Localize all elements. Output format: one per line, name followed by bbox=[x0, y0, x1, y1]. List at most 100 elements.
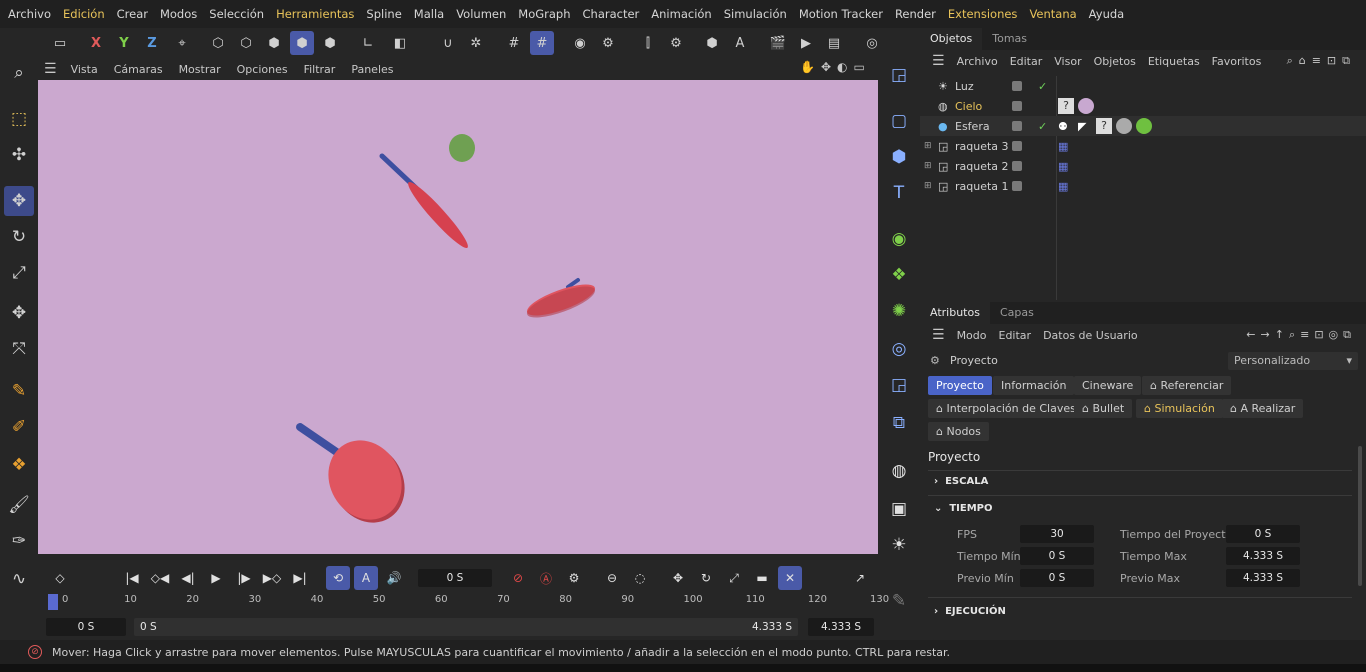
selection-tool-icon[interactable]: ⬚ bbox=[4, 104, 34, 134]
rotate-tool-icon[interactable]: ↻ bbox=[4, 222, 34, 252]
auto-key-icon[interactable]: A bbox=[354, 566, 378, 590]
next-frame-icon[interactable]: |▶ bbox=[232, 566, 256, 590]
key-rotation-icon[interactable]: ↻ bbox=[694, 566, 718, 590]
tab-proyecto[interactable]: Proyecto bbox=[928, 376, 992, 395]
material-tag-icon[interactable] bbox=[1078, 98, 1094, 114]
objects-menu-objetos[interactable]: Objetos bbox=[1088, 55, 1142, 68]
menu-modos[interactable]: Modos bbox=[154, 7, 203, 21]
attr-menu-modo[interactable]: Modo bbox=[951, 329, 993, 342]
render-view-icon[interactable]: 🎬 bbox=[766, 31, 790, 55]
objects-panel-tools[interactable]: ⌕⌂≡⊡⧉ bbox=[1281, 54, 1366, 68]
viewport-menu-vista[interactable]: Vista bbox=[63, 63, 106, 76]
time-ruler[interactable]: 0 10 20 30 40 50 60 70 80 90 100 110 120 130 bbox=[48, 592, 889, 612]
model-mode-icon[interactable]: ⬢ bbox=[290, 31, 314, 55]
cube-tool-icon[interactable]: ❖ bbox=[4, 450, 34, 480]
viewport-menu-cámaras[interactable]: Cámaras bbox=[106, 63, 171, 76]
objects-menu-archivo[interactable]: Archivo bbox=[951, 55, 1004, 68]
menu-render[interactable]: Render bbox=[889, 7, 942, 21]
field-icon[interactable]: ⧉ bbox=[884, 408, 914, 438]
preview-range-slider[interactable]: 0 S 4.333 S bbox=[134, 618, 798, 636]
dolly-icon[interactable]: ✥ bbox=[821, 60, 831, 78]
current-time-field[interactable]: 0 S bbox=[418, 569, 492, 587]
menu-animación[interactable]: Animación bbox=[645, 7, 717, 21]
spline-sketch-icon[interactable]: ✐ bbox=[4, 412, 34, 442]
cube-3d-icon[interactable]: ⬢ bbox=[884, 142, 914, 172]
layer-tag-icon[interactable]: ▦ bbox=[1058, 140, 1068, 153]
prev-frame-icon[interactable]: ◀| bbox=[176, 566, 200, 590]
attributes-panel-tools[interactable]: ←→↑⌕≡⊡◎⧉ bbox=[1240, 328, 1366, 342]
cloner-icon[interactable]: ❖ bbox=[884, 260, 914, 290]
menu-simulación[interactable]: Simulación bbox=[718, 7, 793, 21]
spline-icon[interactable]: ∿ bbox=[4, 564, 34, 594]
group-escala[interactable]: › ESCALA bbox=[934, 476, 988, 487]
symmetry-icon[interactable]: ⫿ bbox=[636, 31, 660, 55]
light-object-icon[interactable]: ☀ bbox=[884, 530, 914, 560]
objects-menu-visor[interactable]: Visor bbox=[1048, 55, 1087, 68]
go-to-end-icon[interactable]: ▶| bbox=[288, 566, 312, 590]
attr-menu-editar[interactable]: Editar bbox=[993, 329, 1038, 342]
object-row-raqueta-3[interactable]: ⊞ ◲ raqueta 3 ▦ bbox=[920, 136, 1366, 156]
record-icon[interactable]: ⊘ bbox=[506, 566, 530, 590]
menu-edición[interactable]: Edición bbox=[57, 7, 111, 21]
keyframe-icon[interactable]: ◇ bbox=[48, 566, 72, 590]
render-region-icon[interactable]: ◉ bbox=[568, 31, 592, 55]
menu-motion-tracker[interactable]: Motion Tracker bbox=[793, 7, 889, 21]
cube-primitive-icon[interactable]: ▢ bbox=[884, 106, 914, 136]
playhead[interactable] bbox=[48, 594, 58, 610]
viewport-3d[interactable] bbox=[38, 80, 878, 554]
object-row-cielo[interactable]: ◍ Cielo ? bbox=[920, 96, 1366, 116]
menu-volumen[interactable]: Volumen bbox=[450, 7, 512, 21]
fps-field[interactable]: 30 bbox=[1020, 525, 1094, 543]
key-settings-icon[interactable]: ⚙ bbox=[562, 566, 586, 590]
expand-icon[interactable]: ⊞ bbox=[924, 181, 932, 191]
start-time-field[interactable]: 0 S bbox=[46, 618, 126, 636]
key-param-icon[interactable]: ▬ bbox=[750, 566, 774, 590]
undo-icon[interactable]: ▭ bbox=[48, 31, 72, 55]
menu-character[interactable]: Character bbox=[577, 7, 646, 21]
tab-tomas[interactable]: Tomas bbox=[982, 28, 1037, 50]
render-settings-icon[interactable]: ⚙ bbox=[596, 31, 620, 55]
text-spline-icon[interactable]: T bbox=[884, 178, 914, 208]
menu-crear[interactable]: Crear bbox=[111, 7, 154, 21]
menu-ayuda[interactable]: Ayuda bbox=[1083, 7, 1131, 21]
hamburger-icon[interactable]: ☰ bbox=[926, 53, 951, 69]
loop-icon[interactable]: ⟲ bbox=[326, 566, 350, 590]
hamburger-icon[interactable]: ☰ bbox=[38, 61, 63, 77]
uv-mode-icon[interactable]: ⬢ bbox=[318, 31, 342, 55]
tab-informacion[interactable]: Información bbox=[993, 376, 1075, 395]
menu-selección[interactable]: Selección bbox=[203, 7, 270, 21]
tab-atributos[interactable]: Atributos bbox=[920, 302, 990, 324]
visibility-dot[interactable] bbox=[1012, 81, 1022, 91]
text-create-icon[interactable]: A bbox=[728, 31, 752, 55]
paint-icon[interactable]: ✑ bbox=[4, 526, 34, 556]
object-create-icon[interactable]: ⬢ bbox=[700, 31, 724, 55]
null-object-icon[interactable]: ◲ bbox=[884, 370, 914, 400]
rigid-body-tag-icon[interactable]: ⚉ bbox=[1058, 120, 1068, 133]
scale-tool-icon[interactable]: ⤢ bbox=[4, 258, 34, 288]
tab-nodos[interactable]: ⌂ Nodos bbox=[928, 422, 989, 441]
live-selection-icon[interactable]: ✣ bbox=[4, 140, 34, 170]
magnet-icon[interactable]: ∪ bbox=[436, 31, 460, 55]
tab-interpolacion[interactable]: ⌂ Interpolación de Claves bbox=[928, 399, 1084, 418]
hamburger-icon[interactable]: ☰ bbox=[926, 327, 951, 343]
unknown-tag-icon[interactable]: ? bbox=[1096, 118, 1112, 134]
tiempo-min-field[interactable]: 0 S bbox=[1020, 547, 1094, 565]
generator-icon[interactable]: ◉ bbox=[884, 224, 914, 254]
objects-menu-favoritos[interactable]: Favoritos bbox=[1206, 55, 1268, 68]
coordinate-system-icon[interactable]: ⌖ bbox=[170, 31, 194, 55]
snap-enable-icon[interactable]: # bbox=[530, 31, 554, 55]
visibility-dot[interactable] bbox=[1012, 141, 1022, 151]
key-position-icon[interactable]: ✥ bbox=[666, 566, 690, 590]
orbit-icon[interactable]: ◐ bbox=[837, 60, 847, 78]
viewport-menu-mostrar[interactable]: Mostrar bbox=[171, 63, 229, 76]
tab-objetos[interactable]: Objetos bbox=[920, 28, 983, 50]
key-scale-icon[interactable]: ⤢ bbox=[722, 566, 746, 590]
symmetry-settings-icon[interactable]: ⚙ bbox=[664, 31, 688, 55]
object-row-raqueta-2[interactable]: ⊞ ◲ raqueta 2 ▦ bbox=[920, 156, 1366, 176]
tab-a-realizar[interactable]: ⌂ A Realizar bbox=[1222, 399, 1304, 418]
axis-z-toggle[interactable]: Z bbox=[140, 31, 164, 55]
layer-tag-icon[interactable]: ▦ bbox=[1058, 160, 1068, 173]
workplane-icon[interactable]: ◧ bbox=[388, 31, 412, 55]
menu-archivo[interactable]: Archivo bbox=[2, 7, 57, 21]
menu-malla[interactable]: Malla bbox=[408, 7, 450, 21]
